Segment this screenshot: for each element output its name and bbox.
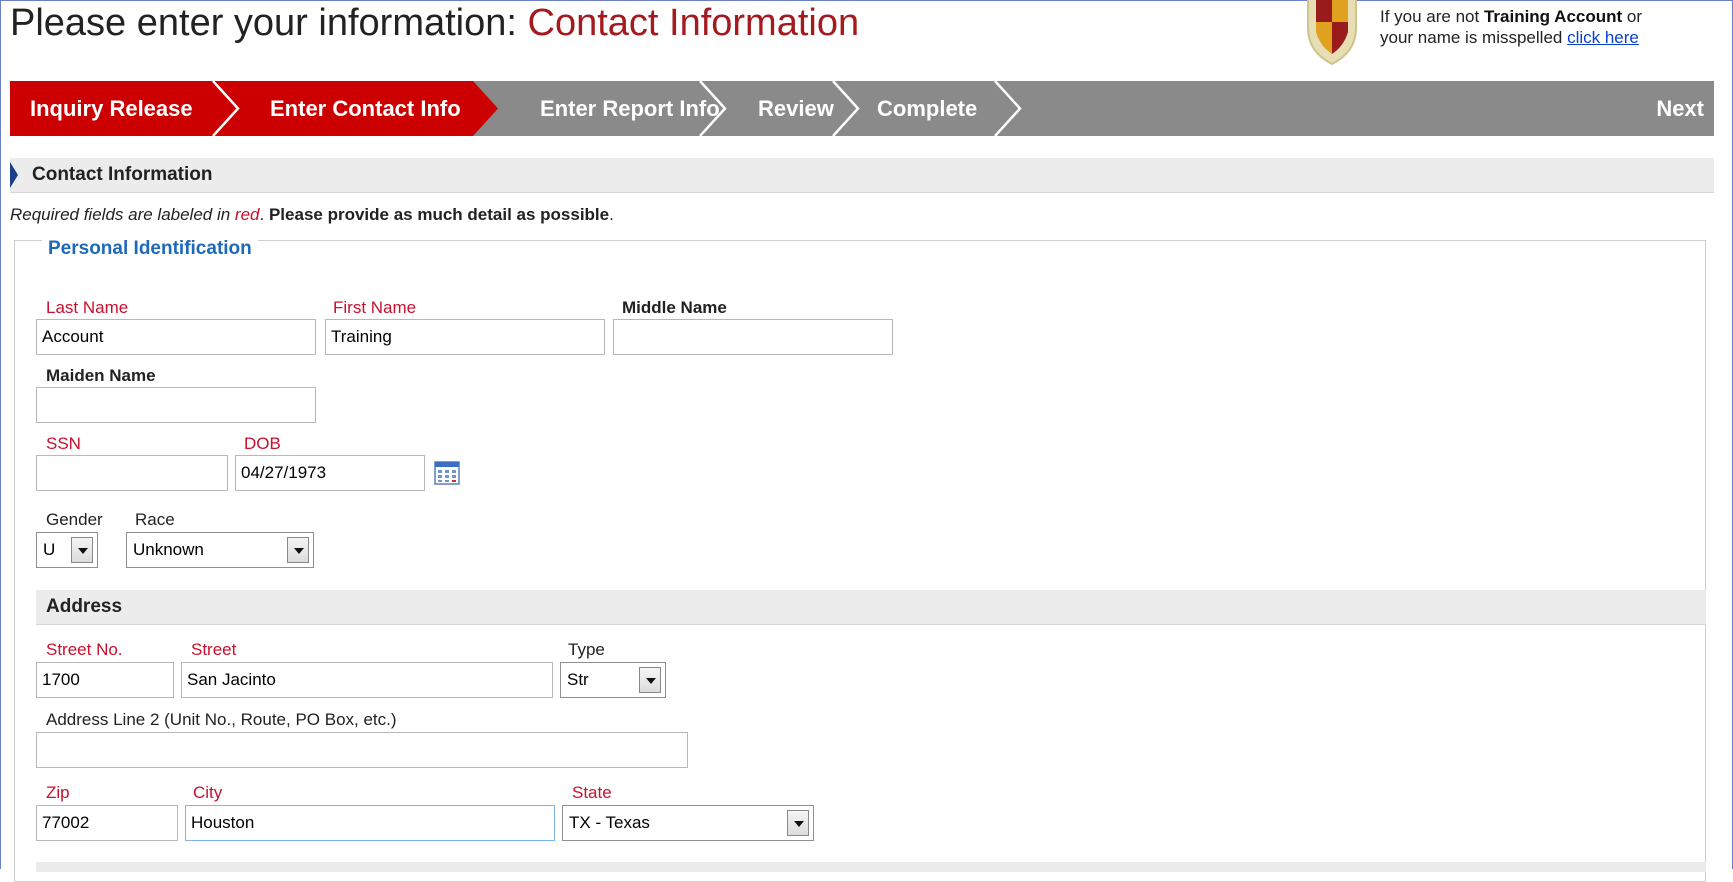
city-input[interactable] bbox=[185, 805, 555, 841]
note-period: . bbox=[259, 205, 265, 224]
dropdown-arrow-icon bbox=[639, 667, 661, 693]
zip-label: Zip bbox=[46, 783, 70, 802]
state-select-value: TX - Texas bbox=[569, 813, 650, 832]
chevron-separator-icon bbox=[832, 81, 860, 136]
street-label: Street bbox=[191, 640, 237, 659]
dob-input[interactable] bbox=[235, 455, 425, 491]
step-enter-contact-info[interactable]: Enter Contact Info bbox=[270, 81, 461, 136]
shield-logo bbox=[1307, 0, 1357, 66]
race-label: Race bbox=[135, 510, 175, 529]
first-name-label: First Name bbox=[333, 298, 417, 317]
user-notice-line1-end: or bbox=[1622, 7, 1643, 26]
note-red-word: red bbox=[234, 205, 260, 224]
address-line2-label: Address Line 2 (Unit No., Route, PO Box,… bbox=[46, 710, 397, 729]
gender-label: Gender bbox=[46, 510, 103, 529]
zip-input[interactable] bbox=[36, 805, 178, 841]
ssn-label: SSN bbox=[46, 434, 81, 453]
click-here-link[interactable]: click here bbox=[1567, 28, 1639, 47]
user-notice-line2: your name is misspelled bbox=[1380, 28, 1568, 47]
user-notice-line1: If you are not bbox=[1380, 7, 1484, 26]
state-label: State bbox=[572, 783, 612, 802]
first-name-input[interactable] bbox=[325, 319, 605, 355]
street-input[interactable] bbox=[181, 662, 553, 698]
note-italic: Required fields are labeled in bbox=[10, 205, 235, 224]
street-no-input[interactable] bbox=[36, 662, 174, 698]
chevron-separator-icon bbox=[994, 81, 1022, 136]
race-select-value: Unknown bbox=[133, 540, 204, 559]
dropdown-arrow-icon bbox=[287, 537, 309, 563]
user-notice: If you are not Training Account or your … bbox=[1302, 0, 1733, 66]
maiden-name-label: Maiden Name bbox=[46, 366, 156, 385]
step-complete[interactable]: Complete bbox=[877, 81, 977, 136]
step-enter-report-info[interactable]: Enter Report Info bbox=[540, 81, 720, 136]
note-bold: Please provide as much detail as possibl… bbox=[268, 205, 610, 224]
progress-steps-shapes bbox=[10, 81, 1022, 136]
street-type-select-value: Str bbox=[567, 670, 589, 689]
next-button[interactable]: Next bbox=[1656, 81, 1704, 136]
address-section-header: Address bbox=[36, 590, 1706, 625]
section-title: Contact Information bbox=[32, 164, 213, 185]
address-title: Address bbox=[46, 596, 123, 617]
next-section-header bbox=[36, 862, 1706, 872]
middle-name-input[interactable] bbox=[613, 319, 893, 355]
page-title-section: Contact Information bbox=[527, 2, 860, 44]
required-fields-note: Required fields are labeled in red. Plea… bbox=[10, 205, 614, 225]
street-no-label: Street No. bbox=[46, 640, 123, 659]
user-notice-text: If you are not Training Account or your … bbox=[1380, 6, 1642, 48]
race-select[interactable]: Unknown bbox=[126, 532, 314, 568]
note-end: . bbox=[609, 205, 614, 224]
dropdown-arrow-icon bbox=[787, 810, 809, 836]
last-name-input[interactable] bbox=[36, 319, 316, 355]
gender-select[interactable]: U bbox=[36, 532, 98, 568]
last-name-label: Last Name bbox=[46, 298, 129, 317]
section-header-contact-information: Contact Information bbox=[10, 158, 1714, 193]
step-inquiry-release[interactable]: Inquiry Release bbox=[30, 81, 193, 136]
city-label: City bbox=[193, 783, 223, 802]
user-name: Training Account bbox=[1483, 7, 1623, 26]
page-title-prefix: Please enter your information: bbox=[10, 2, 528, 44]
state-select[interactable]: TX - Texas bbox=[562, 805, 814, 841]
progress-steps: Inquiry Release Enter Contact Info Enter… bbox=[10, 81, 1714, 136]
ssn-input[interactable] bbox=[36, 455, 228, 491]
dob-label: DOB bbox=[244, 434, 281, 453]
street-type-label: Type bbox=[568, 640, 605, 659]
calendar-icon[interactable] bbox=[434, 460, 460, 486]
page-title: Please enter your information: Contact I… bbox=[10, 2, 859, 45]
address-line2-input[interactable] bbox=[36, 732, 688, 768]
street-type-select[interactable]: Str bbox=[560, 662, 666, 698]
gender-select-value: U bbox=[43, 540, 56, 559]
step-review[interactable]: Review bbox=[758, 81, 834, 136]
personal-identification-legend: Personal Identification bbox=[42, 238, 258, 260]
middle-name-label: Middle Name bbox=[622, 298, 727, 317]
section-marker-icon bbox=[10, 162, 18, 188]
maiden-name-input[interactable] bbox=[36, 387, 316, 423]
dropdown-arrow-icon bbox=[71, 537, 93, 563]
